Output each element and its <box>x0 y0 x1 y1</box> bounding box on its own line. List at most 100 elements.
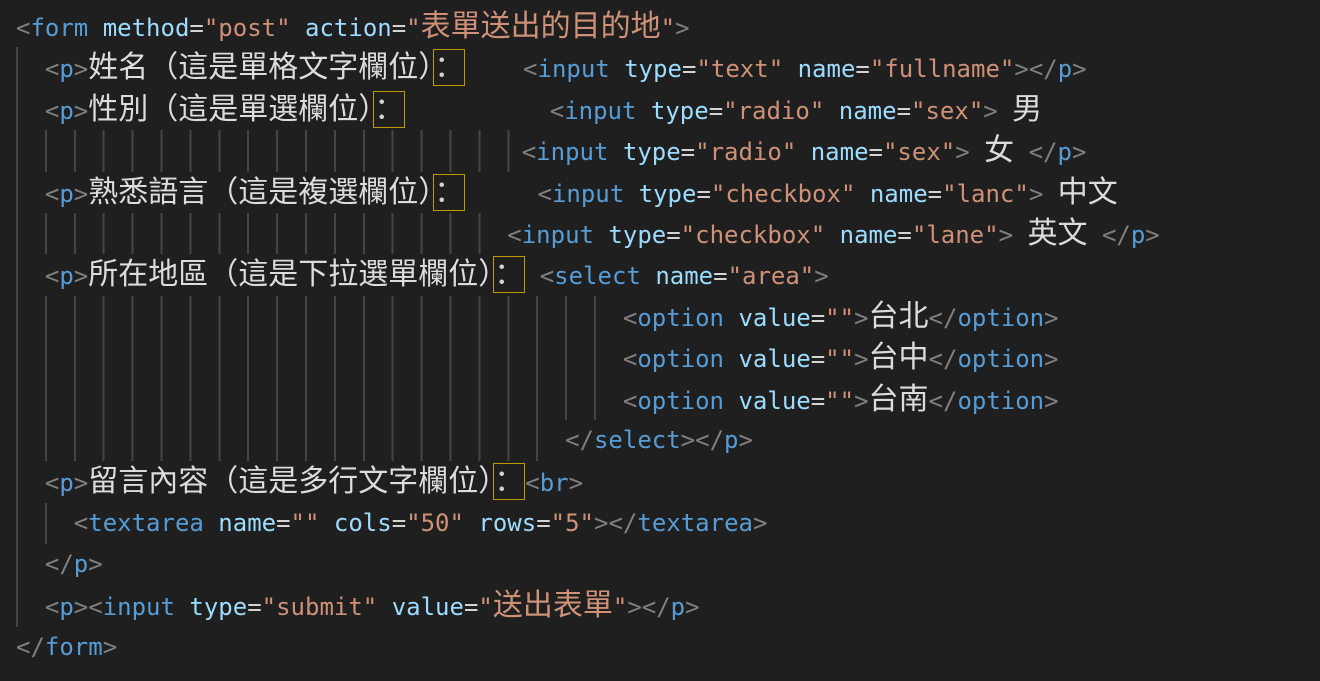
indent-guides <box>16 337 623 378</box>
code-token: < <box>45 262 59 290</box>
code-token: cols <box>334 509 392 537</box>
code-token: > <box>1044 345 1058 373</box>
code-token: p <box>1058 55 1072 83</box>
indent-guides <box>16 585 45 626</box>
code-token: = <box>536 509 550 537</box>
code-token: p <box>59 469 73 497</box>
code-token: > <box>74 262 88 290</box>
code-token: < <box>523 55 537 83</box>
code-token: = <box>276 509 290 537</box>
code-token: = <box>696 180 710 208</box>
code-token: "lane" <box>912 221 999 249</box>
code-token: > <box>675 14 689 42</box>
code-token <box>724 304 738 332</box>
code-token <box>377 593 391 621</box>
code-token: p <box>59 593 73 621</box>
indent-guides <box>16 213 507 254</box>
code-token: 中文 <box>1058 175 1118 210</box>
code-token: 台中 <box>869 340 929 375</box>
code-line: </p> <box>16 544 1320 585</box>
code-token: "radio" <box>695 138 796 166</box>
code-token: option <box>637 387 724 415</box>
code-token: = <box>682 55 696 83</box>
code-token: "text" <box>696 55 783 83</box>
indent-guides <box>16 461 45 502</box>
code-line: <option value="">台北</option> <box>16 296 1320 337</box>
code-token: = <box>855 55 869 83</box>
code-token: > <box>753 509 767 537</box>
code-token: = <box>897 97 911 125</box>
code-token: > <box>88 550 102 578</box>
code-token: </ <box>1029 55 1058 83</box>
indent-guides <box>16 172 45 213</box>
code-token: </ <box>642 593 671 621</box>
code-token: value <box>738 387 810 415</box>
code-token: < <box>45 55 59 83</box>
code-token: name <box>655 262 713 290</box>
code-token: < <box>522 138 536 166</box>
code-token: = <box>392 14 406 42</box>
code-token <box>970 138 984 166</box>
code-line: <option value="">台南</option> <box>16 379 1320 420</box>
code-token: > <box>103 633 117 661</box>
code-token: 留言內容（這是多行文字欄位） <box>88 464 493 499</box>
code-token <box>724 345 738 373</box>
code-token: type <box>651 97 709 125</box>
code-token: > <box>955 138 969 166</box>
code-token <box>624 180 638 208</box>
code-token: < <box>623 345 637 373</box>
code-token <box>641 262 655 290</box>
code-token: > <box>1044 304 1058 332</box>
code-token: < <box>623 387 637 415</box>
code-token <box>594 221 608 249</box>
code-token: form <box>30 14 88 42</box>
indent-guides <box>16 420 565 461</box>
code-token <box>783 55 797 83</box>
indent-guides <box>16 89 45 130</box>
code-token: name <box>839 97 897 125</box>
code-token: "area" <box>728 262 815 290</box>
code-token: = <box>811 387 825 415</box>
code-line: <input type="radio" name="sex"> 女 </p> <box>16 130 1320 171</box>
code-token: = <box>709 97 723 125</box>
code-token: textarea <box>88 509 204 537</box>
code-token: method <box>103 14 190 42</box>
code-token: > <box>1145 221 1159 249</box>
code-token: select <box>594 426 681 454</box>
indent-guides <box>16 544 45 585</box>
code-token: 台北 <box>869 299 929 334</box>
code-token: </ <box>929 387 958 415</box>
code-token: </ <box>1029 138 1058 166</box>
code-token: = <box>681 138 695 166</box>
code-line: <p>熟悉語言（這是複選欄位）： <input type="checkbox" … <box>16 172 1320 213</box>
code-token: input <box>538 55 610 83</box>
code-token: "50" <box>406 509 464 537</box>
code-token: type <box>189 593 247 621</box>
code-token: " <box>406 14 420 42</box>
code-token <box>636 97 650 125</box>
code-token: < <box>88 593 102 621</box>
code-line: <p>性別（這是單選欄位）： <input type="radio" name=… <box>16 89 1320 130</box>
indent-guides <box>16 503 74 544</box>
code-token <box>1014 138 1028 166</box>
code-line: <textarea name="" cols="50" rows="5"></t… <box>16 503 1320 544</box>
unicode-highlight-box: ： <box>493 463 525 500</box>
code-token: p <box>1131 221 1145 249</box>
code-token: type <box>624 55 682 83</box>
code-token <box>405 97 550 125</box>
code-line: <p><input type="submit" value="送出表單"></p… <box>16 585 1320 626</box>
code-token: 送出表單 <box>493 588 613 623</box>
code-token <box>175 593 189 621</box>
code-token: < <box>45 180 59 208</box>
code-token: </ <box>929 345 958 373</box>
code-token <box>465 180 537 208</box>
code-token: </ <box>929 304 958 332</box>
code-token: > <box>681 426 695 454</box>
code-token: < <box>45 97 59 125</box>
code-line: <p>留言內容（這是多行文字欄位）：<br> <box>16 461 1320 502</box>
code-area: <form method="post" action="表單送出的目的地"><p… <box>16 6 1320 668</box>
code-token: name <box>811 138 869 166</box>
code-token: "radio" <box>723 97 824 125</box>
unicode-highlight-box: ： <box>373 91 405 128</box>
code-token: "" <box>825 387 854 415</box>
